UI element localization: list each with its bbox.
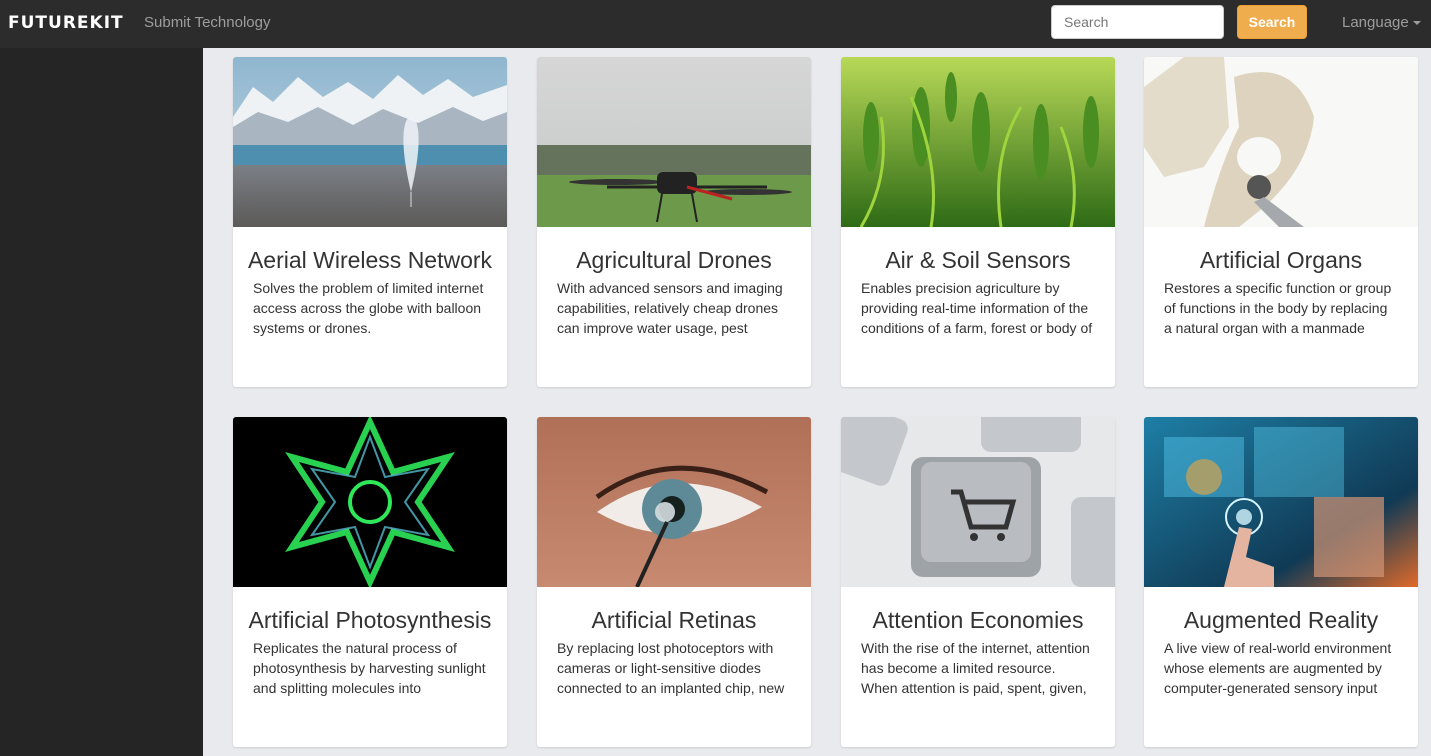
card-title: Artificial Retinas	[591, 607, 757, 633]
card-image-balloon	[233, 57, 507, 227]
submit-technology-link[interactable]: Submit Technology	[144, 14, 270, 31]
language-label: Language	[1342, 14, 1409, 31]
brand-logo[interactable]: FUTUREKIT	[8, 13, 124, 33]
card-image-cart-key	[841, 417, 1115, 587]
search-input[interactable]	[1051, 5, 1224, 39]
tech-card[interactable]: Artificial Retinas By replacing lost pho…	[537, 417, 811, 747]
card-title: Agricultural Drones	[576, 247, 772, 273]
tech-card[interactable]: Aerial Wireless Network Solves the probl…	[233, 57, 507, 387]
card-description: By replacing lost photoceptors with came…	[557, 640, 785, 696]
card-title: Artificial Photosynthesis	[248, 607, 492, 633]
card-image-fractal-star	[233, 417, 507, 587]
tech-card[interactable]: Artificial Photosynthesis Replicates the…	[233, 417, 507, 747]
card-title: Aerial Wireless Network	[247, 247, 493, 273]
tech-card[interactable]: Artificial Organs Restores a specific fu…	[1144, 57, 1418, 387]
card-description: Enables precision agriculture by providi…	[861, 280, 1093, 336]
card-title: Artificial Organs	[1199, 247, 1363, 273]
card-description: With advanced sensors and imaging capabi…	[557, 280, 783, 336]
card-image-eye-lens	[537, 417, 811, 587]
card-image-hip-implant	[1144, 57, 1418, 227]
card-description: A live view of real-world environment wh…	[1164, 640, 1392, 696]
tech-card[interactable]: Air & Soil Sensors Enables precision agr…	[841, 57, 1115, 387]
sidebar	[0, 48, 203, 756]
card-image-ar-hand	[1144, 417, 1418, 587]
card-description: With the rise of the internet, attention…	[861, 640, 1090, 696]
card-image-wheat	[841, 57, 1115, 227]
tech-card[interactable]: Augmented Reality A live view of real-wo…	[1144, 417, 1418, 747]
card-description: Restores a specific function or group of…	[1164, 280, 1392, 336]
tech-card[interactable]: Attention Economies With the rise of the…	[841, 417, 1115, 747]
top-navbar: FUTUREKIT Submit Technology Search Langu…	[0, 0, 1431, 48]
language-dropdown[interactable]: Language	[1342, 14, 1421, 31]
card-title: Augmented Reality	[1183, 607, 1379, 633]
card-description: Replicates the natural process of photos…	[253, 640, 486, 696]
card-image-drone	[537, 57, 811, 227]
card-description: Solves the problem of limited internet a…	[253, 280, 484, 336]
card-title: Air & Soil Sensors	[885, 247, 1071, 273]
card-title: Attention Economies	[872, 607, 1084, 633]
caret-down-icon	[1412, 21, 1421, 26]
search-button[interactable]: Search	[1237, 5, 1307, 39]
tech-card[interactable]: Agricultural Drones With advanced sensor…	[537, 57, 811, 387]
